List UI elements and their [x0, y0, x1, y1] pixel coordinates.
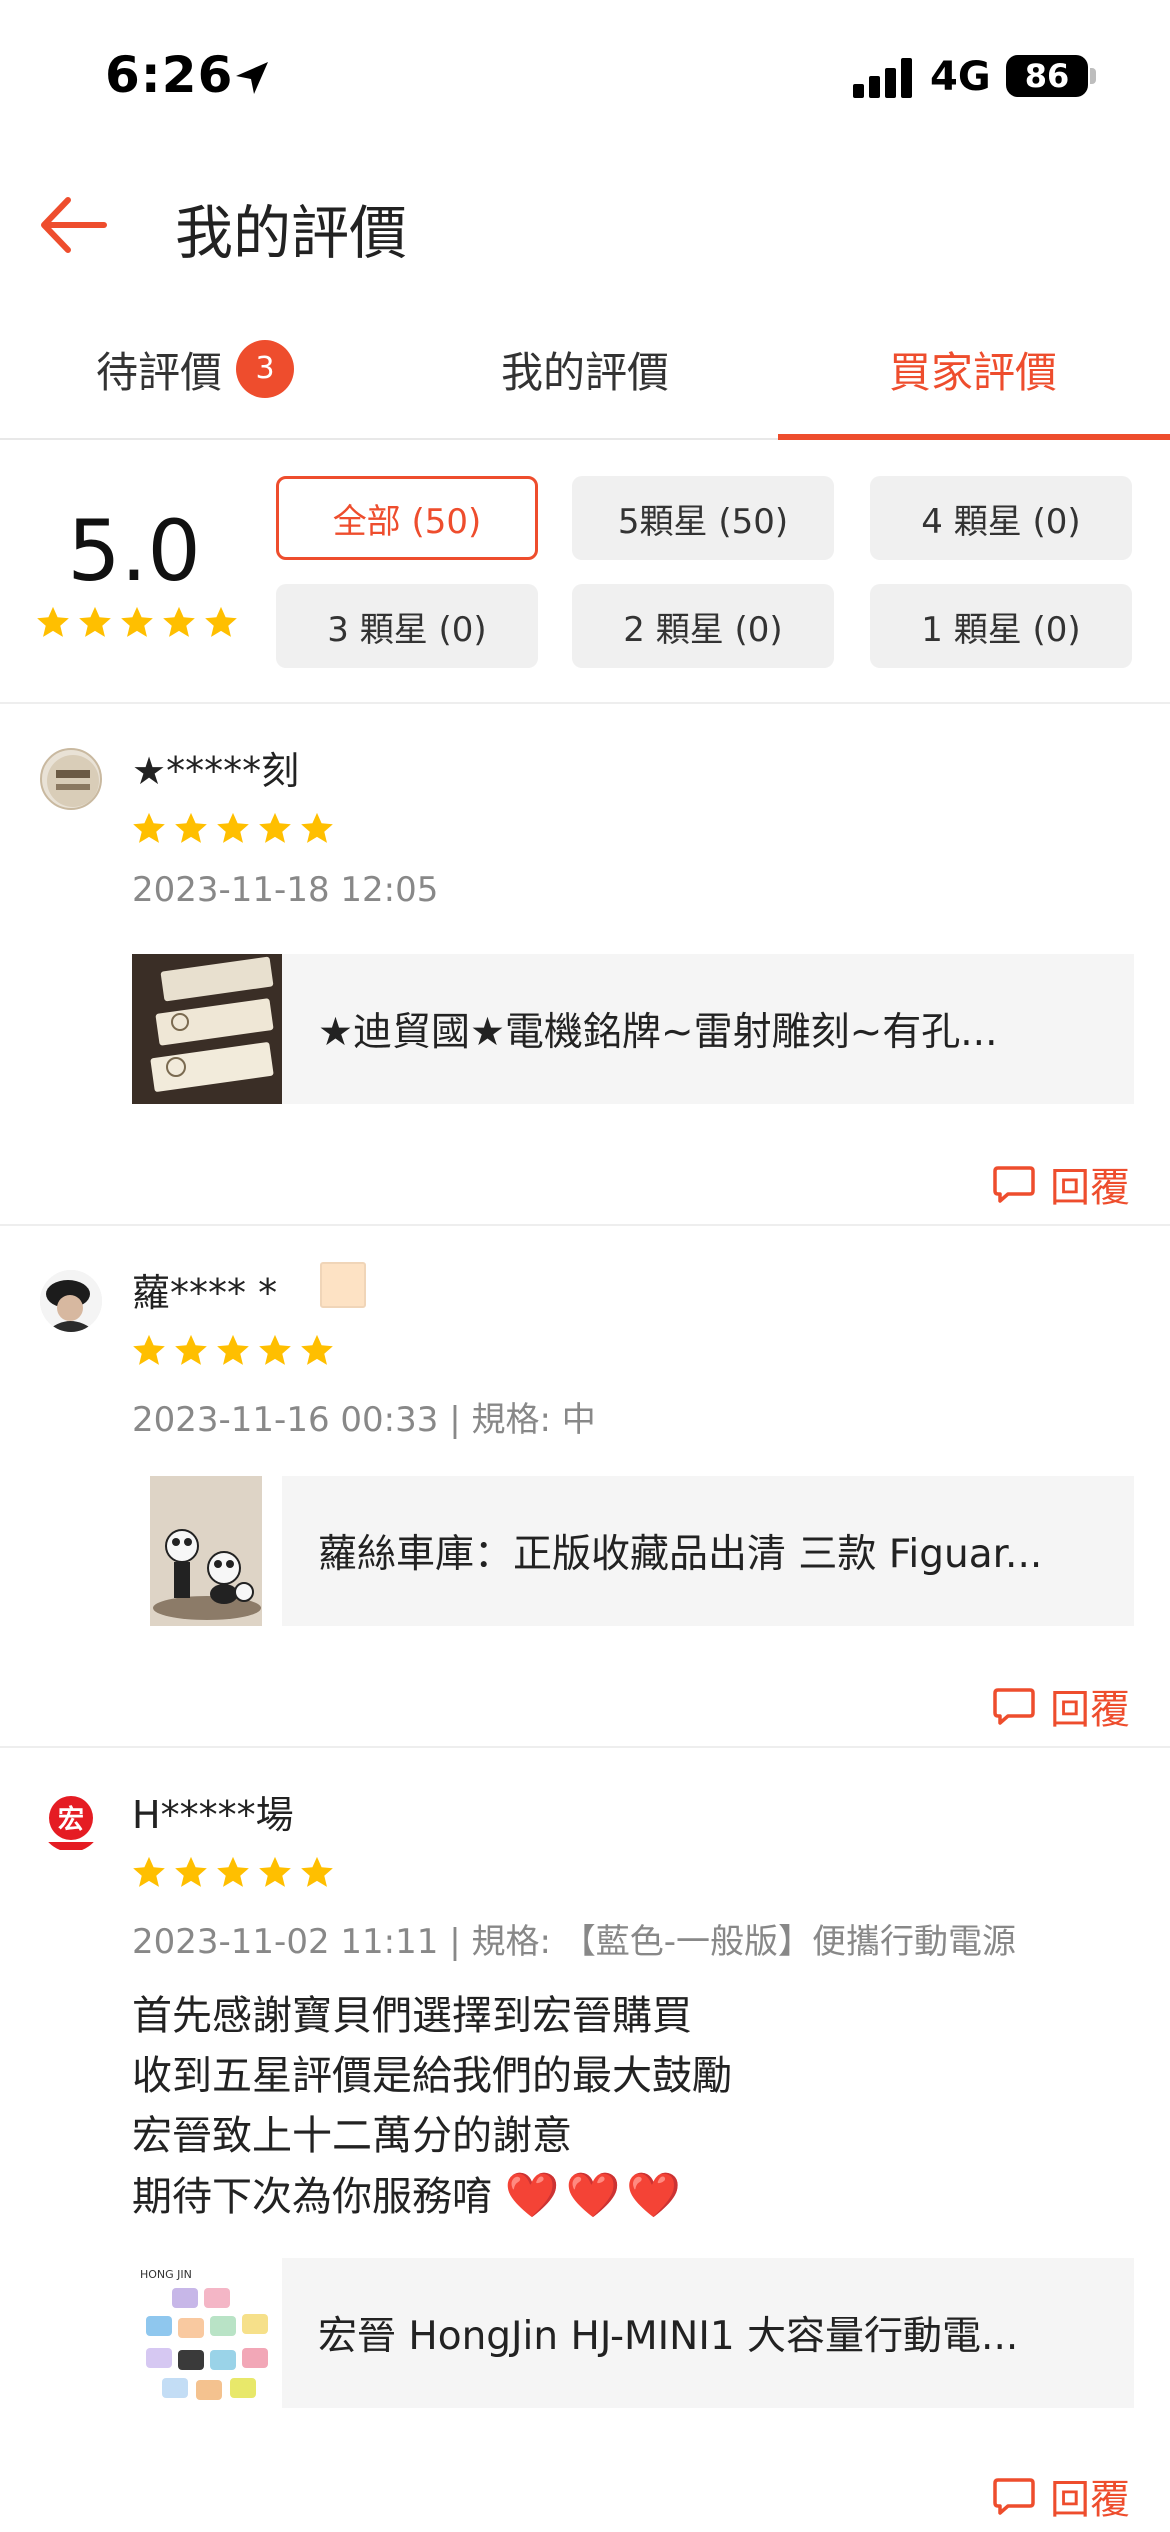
- review-stars: [130, 1332, 336, 1370]
- page: 6:26 4G 86 我的評價 待評價 3 我的評價 買家評價 5.0 全部 (…: [0, 0, 1170, 2532]
- page-title: 我的評價: [175, 199, 408, 267]
- star-icon: [259, 1334, 291, 1365]
- review-meta: 2023-11-02 11:11 | 規格: 【藍色-一般版】便攜行動電源: [132, 1922, 1016, 1962]
- filter-all[interactable]: 全部 (50): [276, 476, 538, 560]
- review-text-line: 宏晉致上十二萬分的謝意: [132, 2113, 572, 2159]
- reply-label: 回覆: [1050, 1165, 1130, 1211]
- network-type: 4G: [930, 54, 991, 100]
- avatar-image: [40, 1270, 102, 1332]
- thumb-brand-text: HONG JIN: [140, 2268, 192, 2281]
- battery-level: 86: [1024, 57, 1070, 95]
- tab-bar: 待評價 3 我的評價 買家評價: [0, 300, 1170, 440]
- star-icon: [259, 812, 291, 843]
- star-icon: [217, 1334, 249, 1365]
- product-thumbnail: HONG JIN: [132, 2258, 282, 2408]
- location-arrow-icon: [236, 62, 268, 94]
- heart-emoji-icons: ❤️❤️❤️: [504, 2170, 688, 2221]
- filter-5-star[interactable]: 5顆星 (50): [572, 476, 834, 560]
- review-text-line-content: 期待下次為你服務唷: [132, 2174, 492, 2220]
- avatar-logo-text: 宏: [58, 1804, 84, 1835]
- star-icon: [217, 812, 249, 843]
- star-icon: [217, 1856, 249, 1887]
- comment-icon: [993, 1166, 1035, 1203]
- header: 我的評價: [0, 150, 1170, 300]
- review-text-line: 期待下次為你服務唷 ❤️❤️❤️: [132, 2166, 732, 2227]
- tab-pending-reviews[interactable]: 待評價 3: [0, 300, 390, 438]
- review-item: ★*****刻 2023-11-18 12:05 ★迪貿國★電機銘牌~雷射雕刻~…: [0, 706, 1170, 1226]
- product-card[interactable]: HONG JIN 宏晉 HongJin HJ-MINI1 大容量行動電...: [132, 2258, 1134, 2408]
- filter-2-star[interactable]: 2 顆星 (0): [572, 584, 834, 668]
- reviewer-name: H*****場: [132, 1793, 294, 1837]
- avatar: 宏: [40, 1790, 102, 1852]
- avatar: [40, 748, 102, 810]
- review-text-line: 收到五星評價是給我們的最大鼓勵: [132, 2053, 732, 2099]
- star-icon: [133, 812, 165, 843]
- filter-4-star[interactable]: 4 顆星 (0): [870, 476, 1132, 560]
- battery-icon: 86: [1006, 55, 1088, 97]
- average-stars: [34, 604, 244, 642]
- review-meta: 2023-11-16 00:33 | 規格: 中: [132, 1400, 596, 1440]
- tab-label: 我的評價: [500, 347, 669, 397]
- active-tab-indicator: [778, 434, 1170, 440]
- star-icon: [301, 812, 333, 843]
- filter-3-star[interactable]: 3 顆星 (0): [276, 584, 538, 668]
- review-stars: [130, 810, 336, 848]
- battery-tip: [1090, 68, 1096, 84]
- reply-button[interactable]: 回覆: [992, 1154, 1130, 1214]
- star-icon: [205, 606, 237, 637]
- back-arrow-icon[interactable]: [34, 190, 114, 260]
- rating-summary: 5.0 全部 (50) 5顆星 (50) 4 顆星 (0) 3 顆星 (0) 2…: [0, 442, 1170, 704]
- tab-label: 買家評價: [888, 347, 1057, 397]
- star-icon: [301, 1856, 333, 1887]
- product-card[interactable]: 蘿絲車庫：正版收藏品出清 三款 Figuar...: [132, 1476, 1134, 1626]
- star-icon: [133, 1334, 165, 1365]
- comment-icon: [993, 2478, 1035, 2515]
- status-bar: 6:26 4G 86: [0, 0, 1170, 150]
- review-text: 首先感謝寶貝們選擇到宏晉購買 收到五星評價是給我們的最大鼓勵 宏晉致上十二萬分的…: [132, 1986, 732, 2227]
- cellular-signal-icon: [853, 58, 915, 98]
- reply-button[interactable]: 回覆: [992, 1676, 1130, 1736]
- tab-badge-count: 3: [236, 340, 294, 398]
- avatar: [40, 1270, 102, 1332]
- star-icon: [175, 812, 207, 843]
- star-icon: [37, 606, 69, 637]
- filter-1-star[interactable]: 1 顆星 (0): [870, 584, 1132, 668]
- reply-label: 回覆: [1050, 1687, 1130, 1733]
- avatar-image: 宏: [44, 1796, 98, 1850]
- tab-my-reviews[interactable]: 我的評價: [390, 300, 780, 438]
- star-icon: [175, 1334, 207, 1365]
- star-icon: [79, 606, 111, 637]
- review-item: 蘿**** * 2023-11-16 00:33 | 規格: 中 蘿絲車庫：正版…: [0, 1228, 1170, 1748]
- product-card[interactable]: ★迪貿國★電機銘牌~雷射雕刻~有孔...: [132, 954, 1134, 1104]
- reply-button[interactable]: 回覆: [992, 2466, 1130, 2526]
- product-name: 蘿絲車庫：正版收藏品出清 三款 Figuar...: [318, 1532, 1043, 1577]
- review-item: 宏 H*****場 2023-11-02 11:11 | 規格: 【藍色-一般版…: [0, 1750, 1170, 2532]
- username-emoji: [320, 1262, 366, 1308]
- reviewer-name: 蘿**** *: [132, 1271, 278, 1315]
- review-text-line: 首先感謝寶貝們選擇到宏晉購買: [132, 1993, 692, 2039]
- tab-label: 待評價: [95, 347, 222, 397]
- star-icon: [175, 1856, 207, 1887]
- star-icon: [259, 1856, 291, 1887]
- reviewer-name: ★*****刻: [132, 749, 300, 793]
- product-thumbnail: [132, 1476, 282, 1626]
- review-meta: 2023-11-18 12:05: [132, 870, 439, 910]
- star-icon: [121, 606, 153, 637]
- reply-label: 回覆: [1050, 2477, 1130, 2523]
- tab-buyer-reviews[interactable]: 買家評價: [778, 300, 1168, 438]
- product-name: ★迪貿國★電機銘牌~雷射雕刻~有孔...: [318, 1010, 998, 1055]
- star-icon: [301, 1334, 333, 1365]
- status-time: 6:26: [105, 46, 234, 104]
- star-icon: [163, 606, 195, 637]
- average-rating: 5.0: [67, 502, 201, 600]
- star-icon: [133, 1856, 165, 1887]
- review-stars: [130, 1854, 336, 1892]
- product-name: 宏晉 HongJin HJ-MINI1 大容量行動電...: [318, 2314, 1019, 2359]
- avatar-image: [47, 755, 99, 807]
- product-thumbnail: [132, 954, 282, 1104]
- comment-icon: [993, 1688, 1035, 1725]
